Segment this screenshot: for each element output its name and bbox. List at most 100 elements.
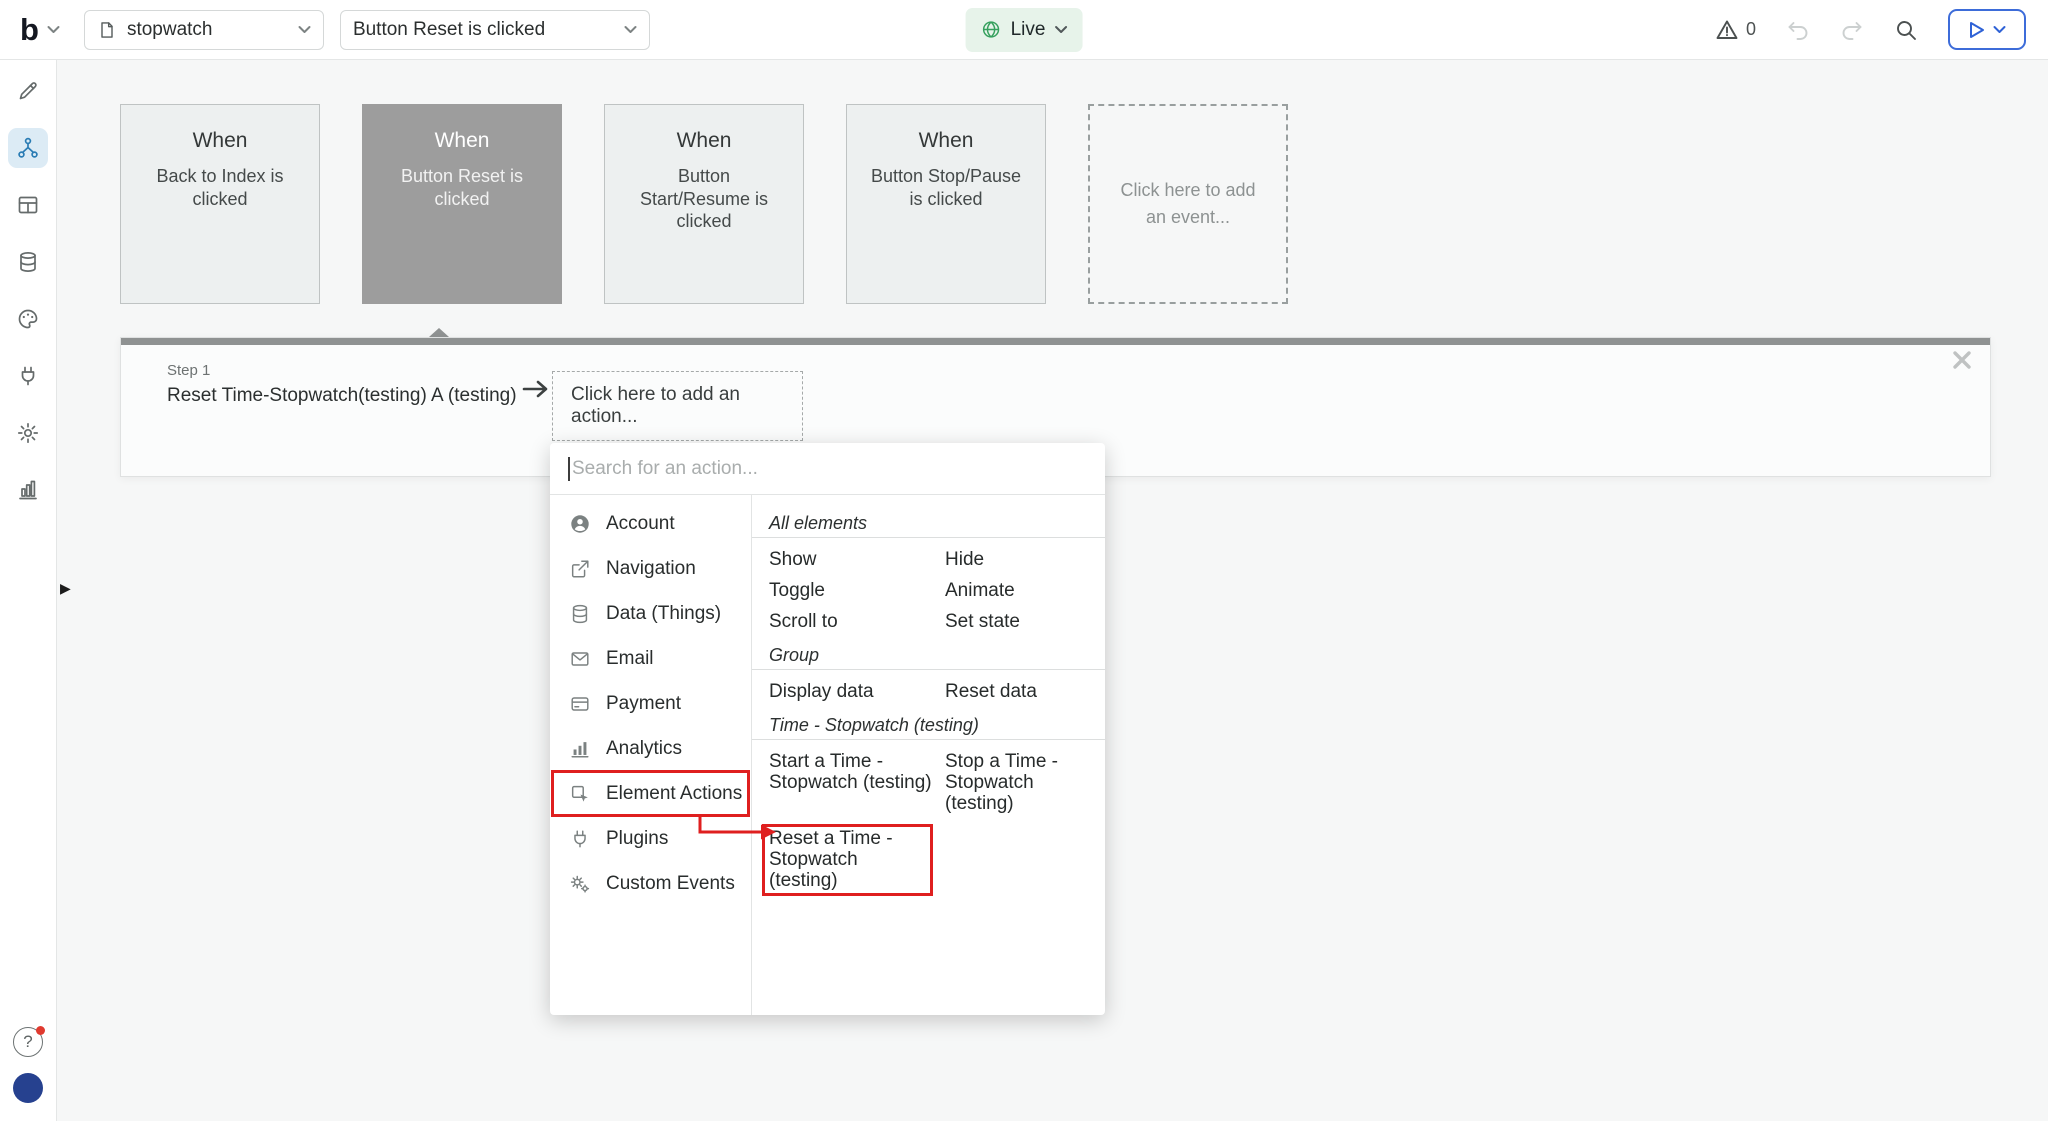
workflow-event-selector[interactable]: Button Reset is clicked: [340, 10, 650, 50]
gear-icon: [16, 421, 40, 445]
design-pencil-icon: [16, 79, 40, 103]
event-card-title: When: [605, 129, 803, 153]
email-icon: [569, 648, 591, 670]
event-card-subtitle: Back to Index is clicked: [121, 165, 319, 210]
action-search-row: [550, 443, 1105, 495]
action-item-show[interactable]: Show: [769, 549, 945, 570]
warning-icon: [1715, 18, 1739, 42]
action-item-animate[interactable]: Animate: [945, 580, 1105, 601]
event-card-subtitle: Button Reset is clicked: [363, 165, 561, 210]
workflow-event-selector-value: Button Reset is clicked: [353, 19, 545, 41]
redo-icon[interactable]: [1840, 18, 1864, 42]
app-menu[interactable]: b: [20, 14, 60, 45]
gears-icon: [569, 873, 591, 895]
sidebar-item-logs[interactable]: [8, 470, 48, 510]
chevron-down-icon: [624, 25, 637, 34]
play-icon: [1969, 21, 1985, 39]
panel-scrollbar[interactable]: [121, 338, 1990, 345]
add-event-placeholder[interactable]: Click here to add an event...: [1088, 104, 1288, 304]
search-icon[interactable]: [1894, 18, 1918, 42]
environment-label: Live: [1011, 19, 1046, 41]
section-header-all-elements: All elements: [752, 513, 1105, 534]
sidebar-item-settings[interactable]: [8, 413, 48, 453]
bubble-logo: b: [20, 14, 39, 45]
bar-chart-icon: [16, 478, 40, 502]
issues-count: 0: [1746, 19, 1756, 40]
chevron-down-icon: [298, 25, 311, 34]
undo-icon[interactable]: [1786, 18, 1810, 42]
element-actions-icon: [569, 783, 591, 805]
panel-pointer-triangle: [429, 328, 449, 337]
workflow-canvas: When Back to Index is clicked When Butto…: [57, 60, 2048, 1121]
environment-selector[interactable]: Live: [966, 8, 1083, 52]
section-header-time-stopwatch: Time - Stopwatch (testing): [752, 715, 1105, 736]
divider: [752, 669, 1105, 670]
event-card-subtitle: Button Stop/Pause is clicked: [847, 165, 1045, 210]
step-title: Reset Time-Stopwatch(testing) A (testing…: [167, 385, 517, 407]
globe-icon: [981, 19, 1002, 40]
category-custom-events[interactable]: Custom Events: [550, 861, 751, 906]
sidebar-item-workflow[interactable]: [8, 128, 48, 168]
notification-dot: [36, 1026, 45, 1035]
event-card-button-stop-pause[interactable]: When Button Stop/Pause is clicked: [846, 104, 1046, 304]
action-item-reset-stopwatch[interactable]: Reset a Time - Stopwatch (testing): [769, 824, 945, 896]
step-1-card[interactable]: Step 1 Reset Time-Stopwatch(testing) A (…: [167, 362, 517, 407]
action-categories: Account Navigation Data (Things): [550, 495, 752, 1015]
divider: [752, 739, 1105, 740]
sidebar-expand-arrow-icon[interactable]: ▶: [60, 580, 71, 597]
category-navigation[interactable]: Navigation: [550, 546, 751, 591]
action-item-set-state[interactable]: Set state: [945, 611, 1105, 632]
event-card-button-start-resume[interactable]: When Button Start/Resume is clicked: [604, 104, 804, 304]
sidebar-item-plugins[interactable]: [8, 356, 48, 396]
sidebar-item-data[interactable]: [8, 242, 48, 282]
action-item-start-stopwatch[interactable]: Start a Time - Stopwatch (testing): [769, 751, 945, 814]
action-search-input[interactable]: [568, 458, 1087, 480]
plug-icon: [16, 364, 40, 388]
chevron-down-icon: [47, 25, 60, 34]
step-label: Step 1: [167, 362, 517, 379]
category-email[interactable]: Email: [550, 636, 751, 681]
action-item-display-data[interactable]: Display data: [769, 681, 945, 702]
help-button[interactable]: ?: [13, 1027, 43, 1057]
close-icon[interactable]: [1952, 350, 1972, 370]
category-analytics[interactable]: Analytics: [550, 726, 751, 771]
page-selector[interactable]: stopwatch: [84, 10, 324, 50]
category-data-things[interactable]: Data (Things): [550, 591, 751, 636]
help-icon: ?: [23, 1032, 32, 1052]
styles-palette-icon: [16, 307, 40, 331]
sidebar-item-design[interactable]: [8, 71, 48, 111]
action-search-popup: Account Navigation Data (Things): [550, 443, 1105, 1015]
chevron-down-icon: [1993, 25, 2006, 34]
section-header-group: Group: [752, 645, 1105, 666]
add-action-placeholder[interactable]: Click here to add an action...: [552, 371, 803, 441]
action-item-toggle[interactable]: Toggle: [769, 580, 945, 601]
sidebar-item-styles[interactable]: [8, 299, 48, 339]
event-card-subtitle: Button Start/Resume is clicked: [605, 165, 803, 233]
event-card-title: When: [847, 129, 1045, 153]
credit-card-icon: [569, 693, 591, 715]
event-card-button-reset[interactable]: When Button Reset is clicked: [362, 104, 562, 304]
event-card-title: When: [121, 129, 319, 153]
page-icon: [97, 20, 117, 40]
top-bar: b stopwatch Button Reset is clicked Live…: [0, 0, 2048, 60]
action-item-reset-data[interactable]: Reset data: [945, 681, 1105, 702]
workflow-icon: [16, 136, 40, 160]
issues-indicator[interactable]: 0: [1715, 18, 1756, 42]
category-element-actions[interactable]: Element Actions: [550, 771, 751, 816]
category-plugins[interactable]: Plugins: [550, 816, 751, 861]
divider: [752, 537, 1105, 538]
action-item-scroll-to[interactable]: Scroll to: [769, 611, 945, 632]
database-icon: [569, 603, 591, 625]
analytics-icon: [569, 738, 591, 760]
action-item-stop-stopwatch[interactable]: Stop a Time - Stopwatch (testing): [945, 751, 1105, 814]
account-icon: [569, 513, 591, 535]
category-payment[interactable]: Payment: [550, 681, 751, 726]
text-caret: [568, 457, 570, 481]
page-selector-value: stopwatch: [127, 19, 213, 41]
avatar[interactable]: [13, 1073, 43, 1103]
category-account[interactable]: Account: [550, 501, 751, 546]
event-card-back-to-index[interactable]: When Back to Index is clicked: [120, 104, 320, 304]
action-item-hide[interactable]: Hide: [945, 549, 1105, 570]
preview-button[interactable]: [1948, 9, 2026, 50]
sidebar-item-components[interactable]: [8, 185, 48, 225]
